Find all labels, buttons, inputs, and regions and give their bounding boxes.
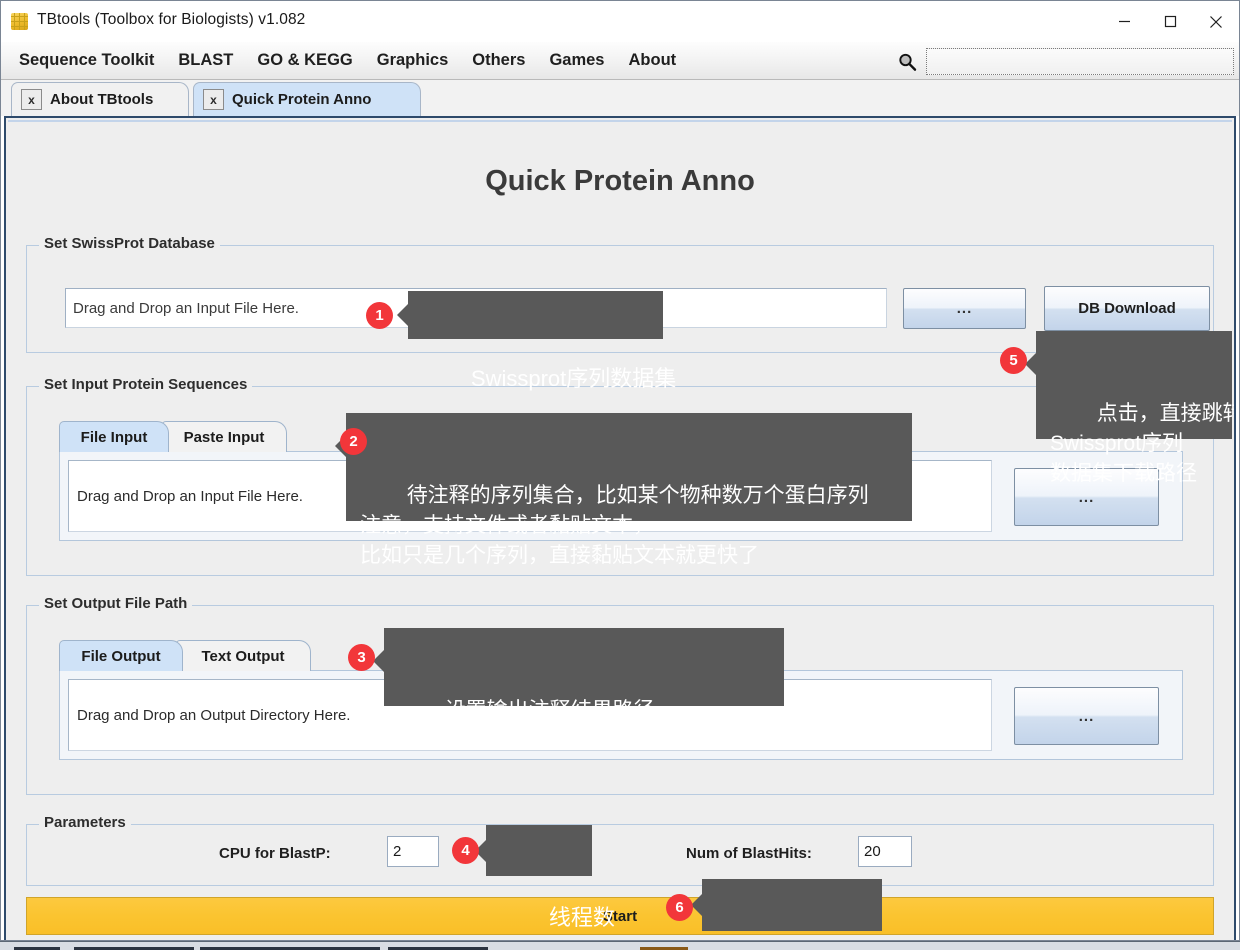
close-icon[interactable]: x	[21, 89, 42, 110]
menu-blast[interactable]: BLAST	[166, 51, 245, 70]
menu-about[interactable]: About	[617, 51, 689, 70]
window-title: TBtools (Toolbox for Biologists) v1.082	[37, 11, 306, 28]
annotation-tip-4: 线程数	[475, 825, 615, 930]
subtab-file-output[interactable]: File Output	[59, 640, 183, 671]
num-of-blasthits-input[interactable]: 20	[858, 836, 912, 867]
page-title: Quick Protein Anno	[485, 165, 755, 197]
annotation-text: 设置输出注释结果路径， 注意，支持文件或文本直接输出	[398, 699, 692, 752]
annotation-badge-3: 3	[348, 644, 375, 671]
annotation-tip-6: 点击Start即可	[691, 879, 882, 931]
search-input[interactable]	[926, 48, 1234, 75]
tab-strip: x About TBtools x Quick Protein Anno	[1, 80, 1239, 116]
annotation-badge-6: 6	[666, 894, 693, 921]
annotation-text: Swissprot序列数据集	[470, 366, 677, 391]
menu-graphics[interactable]: Graphics	[365, 51, 461, 70]
window-controls	[1101, 1, 1239, 42]
subtab-file-input[interactable]: File Input	[59, 421, 169, 452]
cpu-for-blastp-label: CPU for BlastP:	[219, 845, 331, 862]
swissprot-browse-button[interactable]: ...	[903, 288, 1026, 329]
maximize-icon[interactable]	[1147, 1, 1193, 42]
input-subtabs: File Input Paste Input	[59, 421, 299, 452]
tooltip-arrow-icon	[373, 650, 384, 672]
tab-label: Quick Protein Anno	[232, 91, 372, 108]
annotation-tip-3: 设置输出注释结果路径， 注意，支持文件或文本直接输出	[373, 628, 784, 752]
subtab-paste-input[interactable]: Paste Input	[161, 421, 287, 452]
annotation-badge-1: 1	[366, 302, 393, 329]
db-download-button[interactable]: DB Download	[1044, 286, 1210, 331]
annotation-tip-2: 待注释的序列集合，比如某个物种数万个蛋白序列 注意，支持文件或者黏贴文本， 比如…	[335, 413, 912, 567]
menu-sequence-toolkit[interactable]: Sequence Toolkit	[7, 51, 166, 70]
annotation-badge-2: 2	[340, 428, 367, 455]
cpu-for-blastp-input[interactable]: 2	[387, 836, 439, 867]
tooltip-arrow-icon	[1025, 353, 1036, 375]
tab-quick-protein-anno[interactable]: x Quick Protein Anno	[193, 82, 421, 116]
close-icon[interactable]: x	[203, 89, 224, 110]
group-title: Parameters	[39, 814, 131, 831]
annotation-text: 线程数	[548, 905, 615, 930]
close-icon[interactable]	[1193, 1, 1239, 42]
annotation-tip-5: 点击，直接跳转 Swissprot序列 数据集下载路径	[1025, 331, 1234, 485]
menu-bar: Sequence Toolkit BLAST GO & KEGG Graphic…	[1, 42, 1239, 80]
title-bar: TBtools (Toolbox for Biologists) v1.082	[1, 1, 1239, 42]
annotation-badge-5: 5	[1000, 347, 1027, 374]
annotation-tip-1: Swissprot序列数据集	[397, 291, 676, 391]
tab-about-tbtools[interactable]: x About TBtools	[11, 82, 189, 116]
output-subtabs: File Output Text Output	[59, 640, 311, 671]
tab-label: About TBtools	[50, 91, 154, 108]
tbtools-grid-icon	[11, 13, 28, 30]
tooltip-arrow-icon	[397, 304, 408, 326]
menu-games[interactable]: Games	[537, 51, 616, 70]
annotation-badge-4: 4	[452, 837, 479, 864]
search-icon[interactable]	[896, 51, 918, 73]
num-of-blasthits-label: Num of BlastHits:	[686, 845, 812, 862]
group-title: Set Output File Path	[39, 595, 193, 612]
menu-others[interactable]: Others	[460, 51, 537, 70]
application-window: TBtools (Toolbox for Biologists) v1.082 …	[0, 0, 1240, 941]
content-panel: Quick Protein Anno Set SwissProt Databas…	[4, 116, 1236, 940]
menu-go-kegg[interactable]: GO & KEGG	[245, 51, 364, 70]
content-inner: Quick Protein Anno Set SwissProt Databas…	[8, 120, 1234, 940]
subtab-text-output[interactable]: Text Output	[175, 640, 311, 671]
group-title: Set Input Protein Sequences	[39, 376, 253, 393]
minimize-icon[interactable]	[1101, 1, 1147, 42]
group-parameters: Parameters CPU for BlastP: 2 Num of Blas…	[26, 814, 1214, 886]
group-title: Set SwissProt Database	[39, 235, 220, 252]
output-browse-button[interactable]: ...	[1014, 687, 1159, 745]
start-button[interactable]: Start	[26, 897, 1214, 935]
